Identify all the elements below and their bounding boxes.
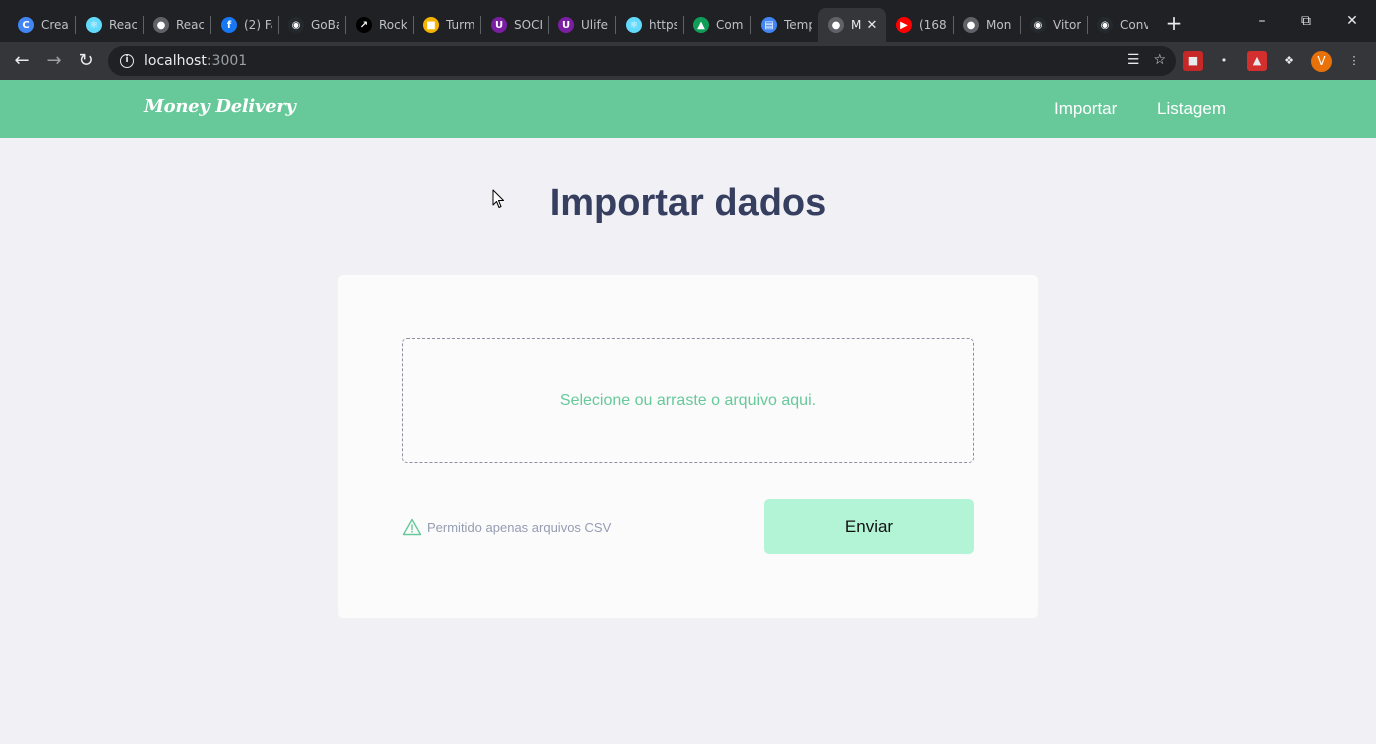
restore-window-button[interactable]: ⧉: [1286, 8, 1326, 34]
ulife-icon: U: [491, 17, 507, 33]
browser-tab[interactable]: ■ Turm: [413, 8, 480, 42]
back-button[interactable]: ←: [8, 47, 36, 75]
browser-tab[interactable]: ▤ Temp: [751, 8, 818, 42]
browser-tab[interactable]: C Creat: [8, 8, 75, 42]
browser-tab[interactable]: ● React: [143, 8, 210, 42]
extensions-puzzle-icon[interactable]: ❖: [1279, 51, 1299, 71]
reload-button[interactable]: ↻: [72, 47, 100, 75]
tab-title: Mon: [986, 18, 1012, 32]
address-bar[interactable]: i localhost :3001 ☰ ☆: [108, 46, 1176, 76]
tab-title: Ulife: [581, 18, 609, 32]
translate-icon[interactable]: ☰: [1127, 52, 1140, 68]
app-logo[interactable]: Money Delivery: [144, 96, 296, 117]
close-tab-icon[interactable]: ✕: [864, 18, 880, 33]
close-window-button[interactable]: ✕: [1332, 8, 1372, 34]
tab-title: Rock: [379, 18, 407, 32]
facebook-icon: f: [221, 17, 237, 33]
globe-icon: ●: [963, 17, 979, 33]
browser-tab[interactable]: U SOCI: [481, 8, 548, 42]
react-icon: ⚛: [86, 17, 102, 33]
tab-title: Temp: [784, 18, 812, 32]
url-port: :3001: [206, 53, 248, 69]
menu-kebab-icon[interactable]: ⋮: [1344, 51, 1364, 71]
google-docs-icon: ▤: [761, 17, 777, 33]
browser-tab[interactable]: ⚛ https: [616, 8, 683, 42]
page-title: Importar dados: [549, 182, 827, 224]
tab-title: GoBa: [311, 18, 339, 32]
google-drive-icon: ▲: [693, 17, 709, 33]
tab-title: Com: [716, 18, 744, 32]
github-icon: ◉: [288, 17, 304, 33]
profile-avatar[interactable]: V: [1311, 51, 1332, 72]
tab-title: (2) Fa: [244, 18, 272, 32]
browser-tab[interactable]: ↗ Rock: [346, 8, 413, 42]
tab-title: React: [109, 18, 137, 32]
browser-tab[interactable]: ⚛ React: [76, 8, 143, 42]
create-react-app-icon: C: [18, 17, 34, 33]
browser-tab[interactable]: ◉ GoBa: [278, 8, 345, 42]
browser-tab[interactable]: ▲ Com: [683, 8, 750, 42]
browser-tab[interactable]: ● Mon: [953, 8, 1020, 42]
tab-title: SOCI: [514, 18, 542, 32]
extension-icon-2[interactable]: •: [1214, 51, 1234, 71]
site-info-icon[interactable]: i: [120, 54, 134, 68]
browser-tab[interactable]: U Ulife: [548, 8, 615, 42]
github-icon: ◉: [1030, 17, 1046, 33]
tab-title: Vitor: [1053, 18, 1081, 32]
youtube-icon: ▶: [896, 17, 912, 33]
browser-tab[interactable]: f (2) Fa: [211, 8, 278, 42]
nav-link-listagem[interactable]: Listagem: [1157, 99, 1226, 119]
dropzone-label: Selecione ou arraste o arquivo aqui.: [559, 391, 817, 409]
globe-icon: ●: [828, 17, 844, 33]
mouse-cursor-icon: [492, 189, 504, 208]
browser-tab[interactable]: ◉ Conv: [1087, 8, 1154, 42]
classroom-icon: ■: [423, 17, 439, 33]
url-host: localhost: [144, 53, 207, 69]
alert-triangle-icon: [402, 518, 422, 536]
upload-card: Selecione ou arraste o arquivo aqui. Per…: [338, 275, 1038, 618]
bookmark-star-icon[interactable]: ☆: [1153, 52, 1166, 68]
browser-tab[interactable]: ▶ (168): [886, 8, 953, 42]
submit-button[interactable]: Enviar: [764, 499, 974, 554]
browser-toolbar: ← → ↻ i localhost :3001 ☰ ☆ ■ • ▲ ❖ V ⋮: [0, 42, 1376, 80]
app-header: Money Delivery Importar Listagem: [0, 80, 1376, 138]
tab-title: (168): [919, 18, 947, 32]
tab-title: https: [649, 18, 677, 32]
forward-button[interactable]: →: [40, 47, 68, 75]
extension-icon-1[interactable]: ■: [1183, 51, 1203, 71]
tab-title: Creat: [41, 18, 69, 32]
hint-text: Permitido apenas arquivos CSV: [427, 519, 612, 535]
nav-link-importar[interactable]: Importar: [1054, 99, 1117, 119]
new-tab-button[interactable]: +: [1163, 12, 1185, 34]
rocketseat-icon: ↗: [356, 17, 372, 33]
tab-title: Conv: [1120, 18, 1148, 32]
globe-icon: ●: [153, 17, 169, 33]
tab-title: M: [851, 18, 862, 32]
extension-icon-3[interactable]: ▲: [1247, 51, 1267, 71]
browser-tab[interactable]: ● M ✕: [818, 8, 886, 42]
tab-title: Turm: [446, 18, 474, 32]
ulife-icon: U: [558, 17, 574, 33]
minimize-window-button[interactable]: –: [1242, 8, 1282, 34]
file-dropzone[interactable]: Selecione ou arraste o arquivo aqui.: [402, 338, 974, 463]
browser-tab-strip: C Creat ⚛ React ● React f (2) Fa ◉ GoBa ↗ Rock ■ Turm…: [0, 0, 1376, 42]
github-icon: ◉: [1097, 17, 1113, 33]
tab-title: React: [176, 18, 204, 32]
react-icon: ⚛: [626, 17, 642, 33]
file-type-hint: Permitido apenas arquivos CSV: [402, 518, 611, 536]
browser-tab[interactable]: ◉ Vitor: [1020, 8, 1087, 42]
